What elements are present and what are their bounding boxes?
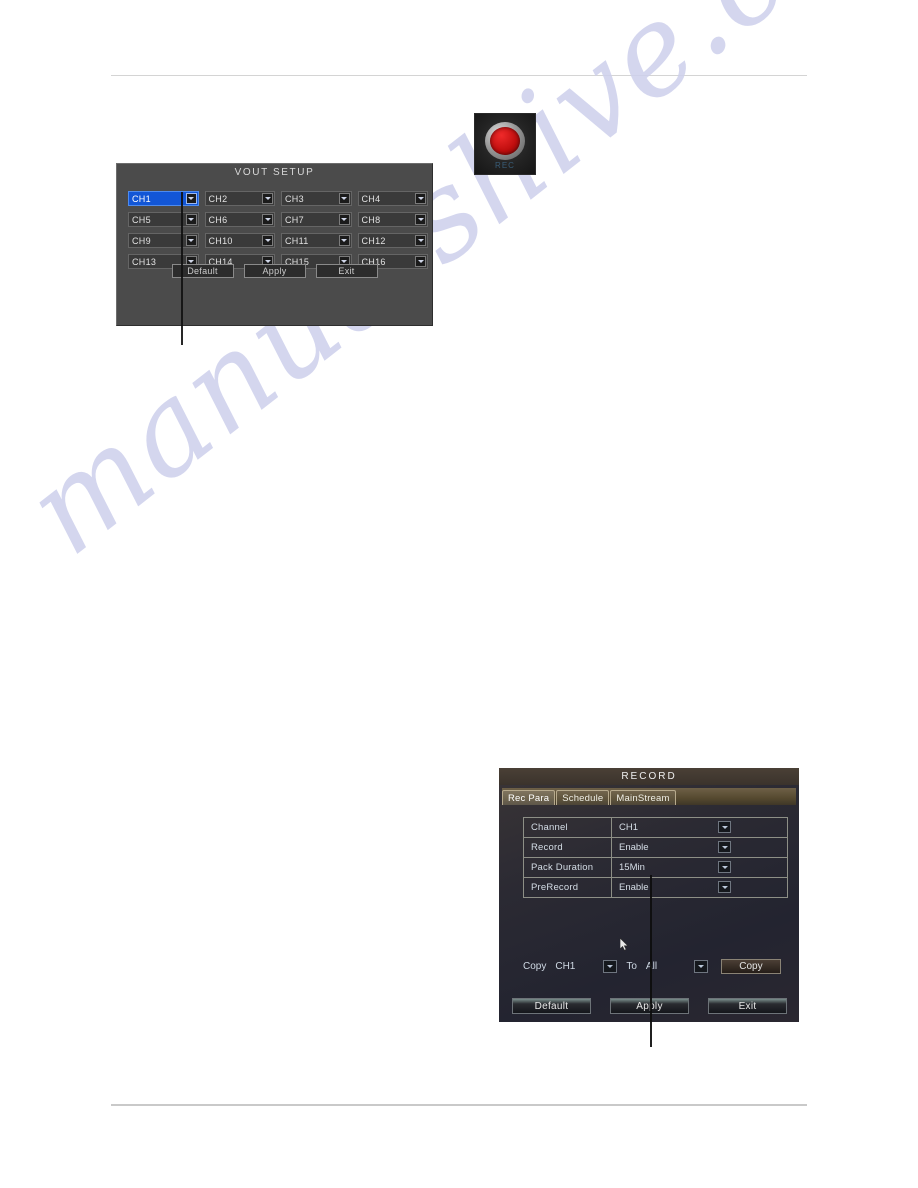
vout-channel-dropdown-9[interactable]: CH9: [128, 233, 199, 248]
row-label-record: Record: [524, 838, 612, 857]
chevron-down-icon[interactable]: [415, 235, 426, 246]
row-value-pack-duration: 15Min: [619, 862, 645, 873]
copy-to-dropdown[interactable]: All: [646, 959, 708, 974]
chevron-down-icon[interactable]: [603, 960, 618, 973]
chevron-down-icon[interactable]: [718, 881, 731, 893]
vout-channel-value-10: CH10: [208, 235, 233, 246]
vout-channel-dropdown-2[interactable]: CH2: [204, 191, 275, 206]
vout-channel-value-7: CH7: [285, 214, 304, 225]
record-dot: [490, 127, 520, 155]
tab-rec-para[interactable]: Rec Para: [502, 790, 556, 805]
record-exit-button[interactable]: Exit: [708, 998, 787, 1014]
tab-mainstream[interactable]: MainStream: [610, 790, 676, 805]
chevron-down-icon[interactable]: [415, 214, 426, 225]
chevron-down-icon[interactable]: [718, 841, 731, 853]
vout-apply-button[interactable]: Apply: [243, 264, 306, 278]
row-value-record: Enable: [619, 842, 649, 853]
record-icon-label: REC: [495, 161, 515, 170]
record-default-button[interactable]: Default: [512, 998, 591, 1014]
vout-channel-dropdown-7[interactable]: CH7: [281, 212, 352, 227]
chevron-down-icon[interactable]: [185, 235, 197, 246]
vout-channel-dropdown-3[interactable]: CH3: [281, 191, 352, 206]
copy-label: Copy: [523, 961, 547, 972]
chevron-down-icon[interactable]: [338, 235, 350, 246]
vout-channel-dropdown-4[interactable]: CH4: [357, 191, 428, 206]
vout-setup-dialog: VOUT SETUP CH1 CH2 CH3 CH4 CH5 CH6 CH7 C…: [116, 163, 433, 326]
chevron-down-icon[interactable]: [718, 821, 731, 833]
vout-button-bar: Default Apply Exit: [117, 264, 432, 278]
vout-channel-value-2: CH2: [208, 193, 228, 204]
vout-channel-grid: CH1 CH2 CH3 CH4 CH5 CH6 CH7 CH8 CH9 CH10…: [128, 191, 428, 269]
copy-from-value: CH1: [555, 961, 576, 972]
record-button-icon[interactable]: REC: [474, 113, 536, 175]
row-dropdown-record[interactable]: Enable: [612, 838, 787, 857]
vout-channel-value-11: CH11: [285, 235, 309, 246]
record-tab-bar: Rec Para Schedule MainStream: [502, 788, 796, 805]
vout-setup-title: VOUT SETUP: [234, 167, 315, 178]
chevron-down-icon[interactable]: [262, 193, 273, 204]
vout-channel-value-8: CH8: [361, 214, 381, 225]
chevron-down-icon[interactable]: [415, 193, 426, 204]
row-dropdown-channel[interactable]: CH1: [612, 818, 787, 837]
row-dropdown-pack-duration[interactable]: 15Min: [612, 858, 787, 877]
callout-line-record: [650, 875, 652, 1047]
tab-schedule[interactable]: Schedule: [556, 790, 610, 805]
chevron-down-icon[interactable]: [262, 214, 273, 225]
callout-line-vout: [181, 192, 183, 345]
vout-channel-value-6: CH6: [208, 214, 228, 225]
vout-channel-value-9: CH9: [132, 235, 151, 246]
row-label-channel: Channel: [524, 818, 612, 837]
table-row: Pack Duration 15Min: [524, 858, 787, 878]
vout-channel-dropdown-11[interactable]: CH11: [281, 233, 352, 248]
chevron-down-icon[interactable]: [185, 214, 197, 225]
vout-channel-dropdown-12[interactable]: CH12: [357, 233, 428, 248]
row-value-channel: CH1: [619, 822, 639, 833]
table-row: Channel CH1: [524, 818, 787, 838]
vout-channel-dropdown-5[interactable]: CH5: [128, 212, 199, 227]
record-dialog-title: RECORD: [499, 768, 799, 785]
copy-button[interactable]: Copy: [720, 959, 781, 974]
vout-channel-dropdown-10[interactable]: CH10: [204, 233, 275, 248]
page-header-rule: [111, 75, 807, 76]
mouse-cursor-icon: [620, 938, 629, 951]
vout-exit-button[interactable]: Exit: [315, 264, 378, 278]
chevron-down-icon[interactable]: [185, 193, 197, 204]
table-row: Record Enable: [524, 838, 787, 858]
copy-to-label: To: [626, 961, 637, 972]
vout-channel-value-3: CH3: [285, 193, 304, 204]
chevron-down-icon[interactable]: [693, 960, 708, 973]
chevron-down-icon[interactable]: [338, 214, 350, 225]
vout-channel-dropdown-8[interactable]: CH8: [357, 212, 428, 227]
row-dropdown-prerecord[interactable]: Enable: [612, 878, 787, 897]
row-label-pack-duration: Pack Duration: [524, 858, 612, 877]
record-settings-table: Channel CH1 Record Enable Pack Duration …: [523, 817, 788, 898]
record-dialog: RECORD Rec Para Schedule MainStream Chan…: [499, 768, 799, 1022]
copy-from-dropdown[interactable]: CH1: [555, 959, 618, 974]
vout-channel-dropdown-6[interactable]: CH6: [204, 212, 275, 227]
vout-channel-value-5: CH5: [132, 214, 151, 225]
chevron-down-icon[interactable]: [338, 193, 350, 204]
row-value-prerecord: Enable: [619, 882, 649, 893]
vout-channel-value-4: CH4: [361, 193, 381, 204]
vout-channel-dropdown-1[interactable]: CH1: [128, 191, 199, 206]
vout-channel-value-1: CH1: [132, 193, 151, 204]
chevron-down-icon[interactable]: [262, 235, 273, 246]
record-copy-row: Copy CH1 To All Copy: [523, 958, 795, 975]
row-label-prerecord: PreRecord: [524, 878, 612, 897]
page-footer-rule: [111, 1104, 807, 1106]
record-ring: [485, 122, 525, 160]
chevron-down-icon[interactable]: [718, 861, 731, 873]
vout-channel-value-12: CH12: [361, 235, 386, 246]
table-row: PreRecord Enable: [524, 878, 787, 897]
